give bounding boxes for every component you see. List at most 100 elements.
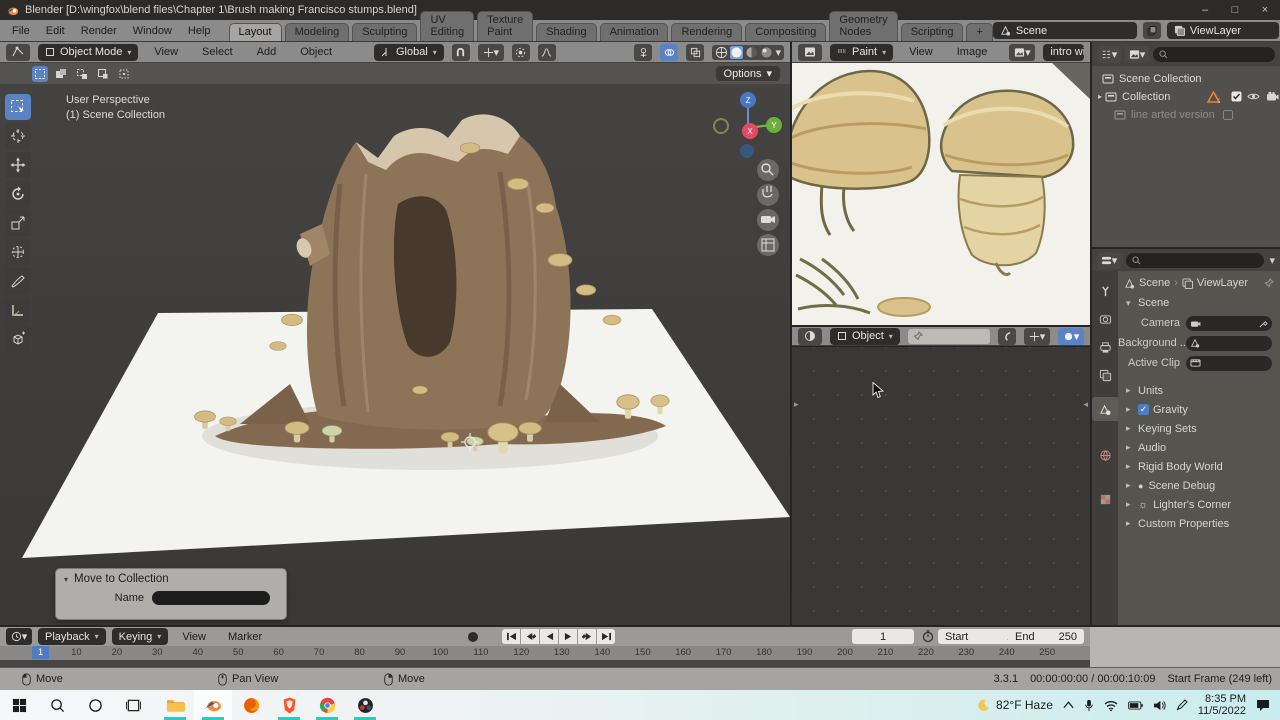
view-layer-selector[interactable]: ViewLayer — [1166, 22, 1279, 39]
disable-render-camera-icon[interactable] — [1266, 91, 1279, 102]
eyedropper-icon[interactable] — [1259, 319, 1268, 328]
select-mode-invert-icon[interactable] — [95, 66, 111, 82]
panel-rigid-body-world[interactable]: ▸ Rigid Body World — [1118, 457, 1280, 476]
outliner-row-collection[interactable]: ▸ Collection 2 — [1092, 88, 1280, 105]
tab-texture-paint[interactable]: Texture Paint — [477, 11, 534, 41]
shader-type-selector[interactable]: Object ▾ — [830, 327, 900, 345]
tool-cursor[interactable] — [5, 123, 31, 149]
tool-add-primitive[interactable] — [5, 326, 31, 352]
viewport-menu-add[interactable]: Add — [249, 46, 285, 58]
tab-tool-icon[interactable] — [1092, 279, 1118, 303]
new-scene-icon[interactable] — [1142, 22, 1161, 39]
gravity-checkbox[interactable]: ✓ — [1138, 404, 1149, 415]
panel-audio[interactable]: ▸ Audio — [1118, 438, 1280, 457]
tool-transform[interactable] — [5, 239, 31, 265]
chrome-icon[interactable] — [308, 690, 346, 720]
region-expand-right-icon[interactable]: ◂ — [1083, 399, 1088, 410]
firefox-icon[interactable] — [232, 690, 270, 720]
shading-wireframe-icon[interactable] — [715, 46, 728, 59]
tab-compositing[interactable]: Compositing — [745, 23, 827, 41]
show-overlays-icon[interactable] — [660, 43, 679, 61]
editor-type-image-icon[interactable] — [798, 43, 822, 61]
panel-units[interactable]: ▸ Units — [1118, 381, 1280, 400]
prev-keyframe-button[interactable] — [521, 629, 539, 644]
tab-animation[interactable]: Animation — [599, 23, 669, 41]
viewport-menu-select[interactable]: Select — [194, 46, 241, 58]
crumb-scene[interactable]: Scene — [1139, 277, 1170, 289]
mode-selector[interactable]: Object Mode ▾ — [38, 43, 139, 61]
timeline-editor-type-icon[interactable]: ▾ — [6, 628, 32, 645]
properties-filter-icon[interactable]: ▾ — [1269, 254, 1275, 267]
window-titlebar[interactable]: Blender [D:\wingfox\blend files\Chapter … — [0, 0, 1280, 20]
image-menu-view[interactable]: View — [901, 46, 941, 58]
panel-custom-properties[interactable]: ▸ Custom Properties — [1118, 514, 1280, 533]
maximize-button[interactable]: □ — [1220, 0, 1250, 20]
pen-icon[interactable] — [1176, 699, 1188, 711]
timeline-menu-marker[interactable]: Marker — [220, 631, 270, 643]
image-editor-canvas[interactable] — [792, 63, 1090, 325]
properties-editor-type-icon[interactable]: ▾ — [1097, 251, 1121, 269]
camera-field[interactable] — [1186, 315, 1272, 331]
shading-solid-icon[interactable] — [730, 45, 744, 59]
tab-texture-icon[interactable] — [1092, 487, 1118, 511]
close-button[interactable]: × — [1250, 0, 1280, 20]
outliner-row-scene-collection[interactable]: Scene Collection — [1092, 70, 1280, 87]
shader-editor-canvas[interactable]: ▸ ◂ — [792, 347, 1090, 625]
show-gizmo-icon[interactable] — [634, 43, 653, 61]
play-reverse-button[interactable] — [540, 629, 558, 644]
pin-icon[interactable] — [913, 331, 923, 341]
outliner-display-mode-icon[interactable]: ▾ — [1097, 45, 1121, 63]
image-menu-image[interactable]: Image — [949, 46, 996, 58]
select-mode-extend-icon[interactable] — [53, 66, 69, 82]
transform-orientation-selector[interactable]: Global ▾ — [374, 43, 444, 61]
tab-geometry-nodes[interactable]: Geometry Nodes — [829, 11, 898, 41]
timeline-ruler[interactable]: 1 10 20 30 40 50 60 70 80 90 100 110 120 130 140 150 16… — [0, 646, 1280, 679]
active-clip-field[interactable] — [1186, 355, 1272, 371]
notification-center-icon[interactable] — [1256, 699, 1270, 712]
tool-scale[interactable] — [5, 210, 31, 236]
tool-select-box[interactable] — [5, 94, 31, 120]
tab-render-icon[interactable] — [1092, 307, 1118, 331]
tray-chevron-icon[interactable] — [1063, 701, 1074, 709]
tool-annotate[interactable] — [5, 268, 31, 294]
keying-menu[interactable]: Keying ▾ — [111, 628, 169, 645]
brave-icon[interactable] — [270, 690, 308, 720]
material-slot-strip[interactable] — [907, 328, 990, 344]
image-datablock-name[interactable]: intro with Francisco — [1043, 43, 1084, 61]
blender-taskbar-icon[interactable] — [194, 690, 232, 720]
viewport-canvas[interactable]: Z Y X User Perspective (1) Scene Collect… — [0, 84, 790, 625]
crumb-viewlayer[interactable]: ViewLayer — [1197, 277, 1248, 289]
node-preview-icon[interactable]: ▾ — [1058, 327, 1084, 345]
taskbar-clock[interactable]: 8:35 PM 11/5/2022 — [1198, 693, 1246, 717]
weather-widget[interactable]: 82°F Haze — [976, 698, 1053, 712]
select-mode-intersect-icon[interactable] — [116, 66, 132, 82]
tab-modeling[interactable]: Modeling — [284, 23, 350, 41]
minimize-button[interactable]: – — [1190, 0, 1220, 20]
overlay-toggle-icon[interactable]: ▾ — [1024, 327, 1050, 345]
tool-move[interactable] — [5, 152, 31, 178]
jump-to-start-button[interactable] — [502, 629, 520, 644]
image-mode-selector[interactable]: Paint ▾ — [830, 43, 894, 61]
tab-scripting[interactable]: Scripting — [900, 23, 964, 41]
end-frame-field[interactable]: End 250 — [1008, 629, 1084, 644]
obs-icon[interactable] — [346, 690, 384, 720]
cortana-icon[interactable] — [76, 690, 114, 720]
proportional-falloff-icon[interactable] — [537, 43, 556, 61]
outliner-search-input[interactable] — [1153, 46, 1275, 62]
auto-key-button[interactable] — [466, 630, 480, 644]
shading-rendered-icon[interactable] — [760, 46, 773, 59]
expander-icon[interactable]: ▸ — [1098, 92, 1102, 101]
snap-target-selector[interactable]: ▾ — [477, 43, 504, 61]
exclude-checkbox[interactable] — [1231, 91, 1242, 102]
pin-icon[interactable] — [1264, 278, 1274, 288]
tool-rotate[interactable] — [5, 181, 31, 207]
task-view-icon[interactable] — [114, 690, 152, 720]
menu-help[interactable]: Help — [180, 25, 219, 37]
image-browse-icon[interactable]: ▾ — [1009, 43, 1036, 61]
next-keyframe-button[interactable] — [578, 629, 596, 644]
play-button[interactable] — [559, 629, 577, 644]
panel-scene-header[interactable]: ▾ Scene — [1118, 293, 1280, 313]
tab-rendering[interactable]: Rendering — [671, 23, 743, 41]
current-frame-field[interactable]: 1 — [852, 629, 914, 644]
add-workspace-button[interactable]: + — [966, 23, 993, 41]
